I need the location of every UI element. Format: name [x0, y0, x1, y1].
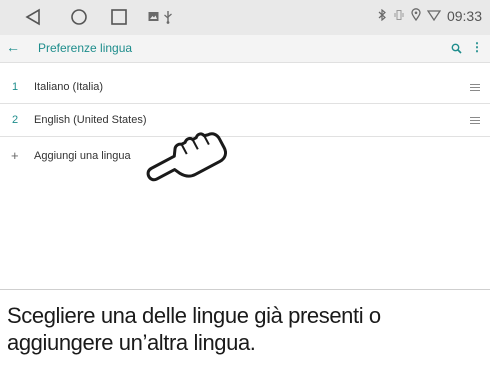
add-language-button[interactable]: + Aggiungi una lingua [0, 140, 490, 170]
recent-apps-square-icon[interactable] [108, 7, 130, 27]
app-bar: ← Preferenze lingua ⋮ [0, 35, 490, 63]
language-item[interactable]: 1 Italiano (Italia) [0, 71, 490, 104]
pointing-hand-icon [137, 111, 229, 188]
drag-handle-icon[interactable] [470, 117, 480, 126]
wifi-icon [426, 9, 442, 24]
language-item[interactable]: 2 English (United States) [0, 104, 490, 137]
usb-icon [163, 10, 173, 27]
vibrate-icon [393, 9, 405, 24]
page-title: Preferenze lingua [38, 41, 133, 55]
add-language-label: Aggiungi una lingua [34, 150, 131, 162]
language-label: Italiano (Italia) [34, 81, 104, 93]
language-label: English (United States) [34, 114, 147, 126]
clock: 09:33 [446, 8, 482, 24]
drag-handle-icon[interactable] [470, 84, 480, 93]
arrow-left-icon[interactable]: ← [6, 39, 20, 55]
search-icon[interactable] [451, 41, 462, 59]
instruction-caption: Scegliere una delle lingue già presenti … [7, 303, 381, 355]
language-number: 2 [12, 114, 19, 126]
back-triangle-icon[interactable] [22, 7, 44, 27]
system-tray: 09:33 [378, 8, 482, 24]
status-bar: 09:33 [0, 0, 490, 35]
notification-icons [148, 10, 173, 27]
more-vert-icon[interactable]: ⋮ [471, 40, 483, 54]
location-icon [411, 8, 421, 24]
image-icon [148, 10, 159, 27]
device-screen: 09:33 ← Preferenze lingua ⋮ 1 Italiano (… [0, 0, 490, 290]
language-number: 1 [12, 81, 19, 93]
bluetooth-icon [378, 8, 387, 24]
plus-icon: + [11, 148, 19, 163]
home-circle-icon[interactable] [68, 7, 90, 27]
